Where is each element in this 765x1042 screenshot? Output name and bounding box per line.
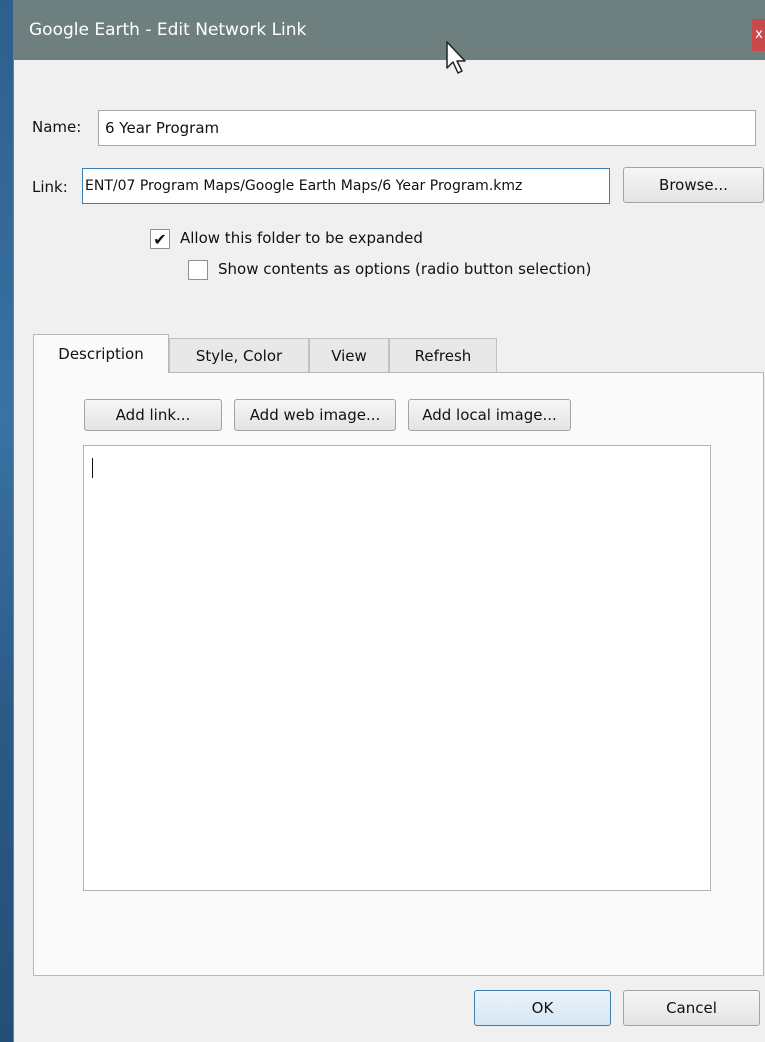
tab-refresh[interactable]: Refresh xyxy=(389,338,497,372)
tab-view[interactable]: View xyxy=(309,338,389,372)
browse-button[interactable]: Browse... xyxy=(623,167,764,203)
allow-expand-option[interactable]: ✔ Allow this folder to be expanded xyxy=(150,229,550,253)
text-caret xyxy=(92,458,93,478)
allow-expand-label: Allow this folder to be expanded xyxy=(180,229,423,247)
close-button[interactable]: x xyxy=(752,19,765,51)
mouse-pointer-icon xyxy=(446,41,466,74)
show-contents-label: Show contents as options (radio button s… xyxy=(218,260,592,278)
ok-button[interactable]: OK xyxy=(474,990,611,1026)
link-label: Link: xyxy=(32,178,68,196)
edit-network-link-dialog: Google Earth - Edit Network Link x Name:… xyxy=(13,0,765,1042)
description-tab-panel: Add link... Add web image... Add local i… xyxy=(33,372,764,976)
tab-style-color[interactable]: Style, Color xyxy=(169,338,309,372)
window-title: Google Earth - Edit Network Link xyxy=(29,20,307,40)
title-bar[interactable]: Google Earth - Edit Network Link x xyxy=(14,0,765,60)
description-textarea[interactable] xyxy=(83,445,711,891)
name-input[interactable]: 6 Year Program xyxy=(98,110,756,146)
add-link-button[interactable]: Add link... xyxy=(84,399,222,431)
show-contents-option[interactable]: Show contents as options (radio button s… xyxy=(188,260,648,284)
name-label: Name: xyxy=(32,118,82,136)
tab-description[interactable]: Description xyxy=(33,334,169,373)
add-web-image-button[interactable]: Add web image... xyxy=(234,399,396,431)
add-local-image-button[interactable]: Add local image... xyxy=(408,399,571,431)
cancel-button[interactable]: Cancel xyxy=(623,990,760,1026)
allow-expand-checkbox[interactable]: ✔ xyxy=(150,229,170,249)
link-input[interactable]: ENT/07 Program Maps/Google Earth Maps/6 … xyxy=(82,168,610,204)
show-contents-checkbox[interactable] xyxy=(188,260,208,280)
